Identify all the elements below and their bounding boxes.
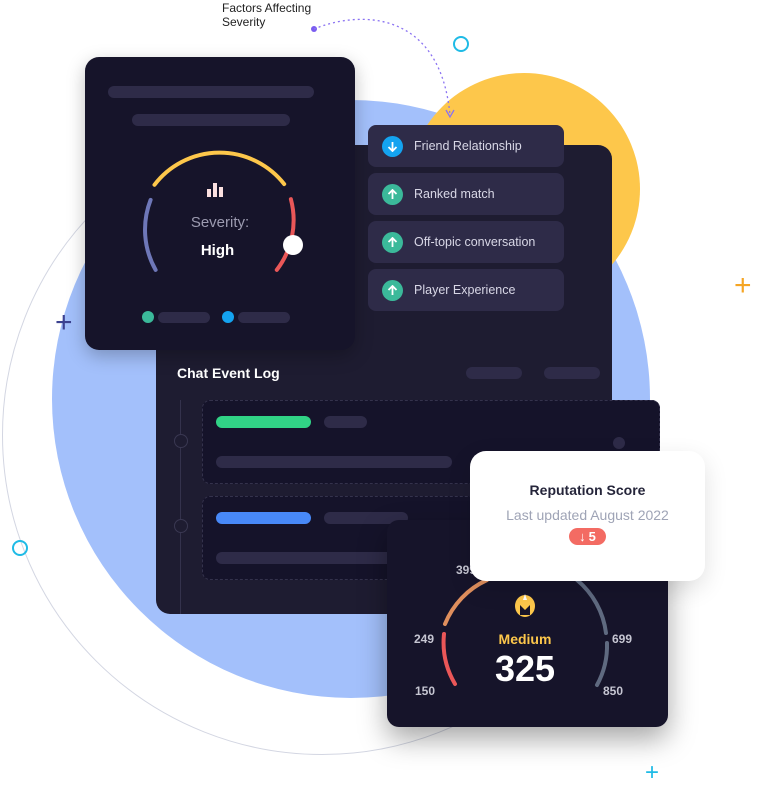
timeline-node (174, 434, 188, 448)
severity-value: High (200, 242, 235, 259)
gauge-segment-high (274, 197, 296, 272)
score-change-value: 5 (588, 529, 596, 544)
event-tag (216, 512, 311, 524)
plus-icon: + (734, 269, 752, 302)
arrow-up-icon (382, 279, 403, 301)
log-filter-placeholder[interactable] (466, 367, 522, 379)
arrow-up-icon (382, 231, 403, 253)
factor-label: Player Experience (414, 283, 516, 297)
annotation-line-2: Severity (222, 15, 266, 29)
gauge-segment-medium (152, 150, 287, 187)
timeline-node (174, 519, 188, 533)
gauge-segment-good (575, 578, 608, 635)
factor-label: Ranked match (414, 187, 495, 201)
event-tag (216, 416, 311, 428)
factor-item[interactable]: Off-topic conversation (368, 221, 564, 263)
reputation-subtitle: Last updated August 2022 (506, 507, 669, 523)
factor-label: Friend Relationship (414, 139, 522, 153)
factor-item[interactable]: Player Experience (368, 269, 564, 311)
factors-annotation-label: Factors Affecting Severity (222, 1, 311, 29)
log-filter-placeholder[interactable] (544, 367, 600, 379)
legend-dot (222, 311, 234, 323)
chat-log-title: Chat Event Log (177, 365, 280, 381)
arrow-down-icon (382, 135, 403, 157)
annotation-line-1: Factors Affecting (222, 1, 312, 15)
reputation-title: Reputation Score (529, 482, 646, 498)
event-meta-placeholder (324, 416, 367, 428)
score-level: Medium (498, 631, 552, 647)
arrow-down-icon: ↓ (579, 529, 586, 544)
factor-label: Off-topic conversation (414, 235, 536, 249)
subheader-placeholder (132, 114, 290, 126)
score-change-badge: ↓ 5 (569, 528, 606, 545)
reputation-card: Reputation Score Last updated August 202… (470, 451, 705, 581)
factor-item[interactable]: Ranked match (368, 173, 564, 215)
factor-item[interactable]: Friend Relationship (368, 125, 564, 167)
bar-chart-icon (207, 183, 223, 197)
decorative-ring-icon (12, 540, 28, 556)
severity-label: Severity: (190, 214, 250, 231)
event-timeline (180, 400, 181, 614)
helmet-icon (515, 594, 535, 617)
severity-card: Severity: High (85, 57, 355, 350)
legend-placeholder (158, 312, 210, 323)
arrow-up-icon (382, 183, 403, 205)
gauge-segment-fair (443, 578, 489, 626)
score-value: 325 (494, 648, 556, 689)
legend-dot (142, 311, 154, 323)
plus-icon: + (55, 306, 73, 339)
event-status-dot (613, 437, 625, 449)
legend-placeholder (238, 312, 290, 323)
gauge-segment-low (143, 197, 158, 272)
plus-icon: + (645, 759, 660, 786)
event-text-placeholder (216, 456, 452, 468)
header-placeholder (108, 86, 314, 98)
